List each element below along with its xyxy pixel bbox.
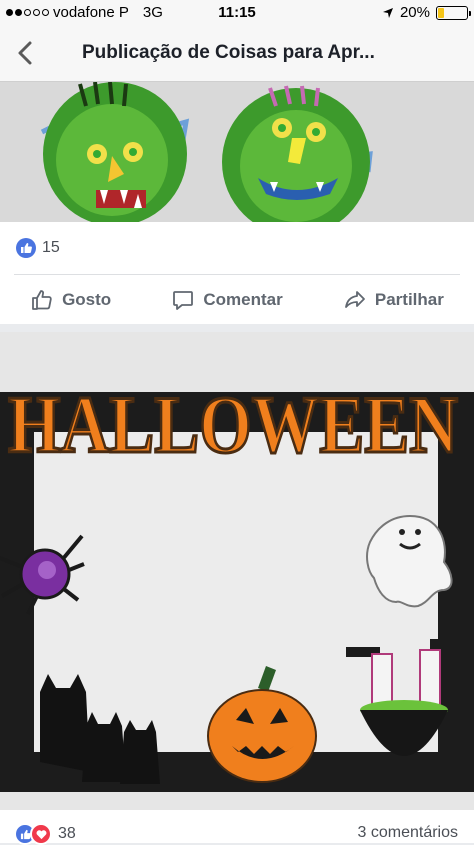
- back-button[interactable]: [12, 38, 40, 68]
- share-button-label: Partilhar: [374, 290, 444, 309]
- post-actions: Gosto Comentar Partilhar: [0, 284, 474, 316]
- page-title: Publicação de Coisas para Apr...: [82, 42, 375, 63]
- post-image-monster-masks[interactable]: [0, 82, 474, 222]
- heart-reaction-icon: [30, 823, 52, 845]
- location-arrow-icon: [382, 7, 393, 18]
- chevron-left-icon: [18, 41, 32, 65]
- thumbs-up-outline-icon: [32, 290, 52, 310]
- reaction-summary[interactable]: 38: [14, 823, 76, 845]
- comment-bubble-icon: [173, 291, 194, 310]
- post-image-halloween-frame[interactable]: HALLOWEEN: [0, 332, 474, 810]
- battery-icon: [436, 5, 471, 20]
- like-summary[interactable]: 15: [16, 238, 60, 258]
- comment-count-link[interactable]: 3 comentários: [358, 824, 459, 842]
- comment-button[interactable]: Comentar: [171, 288, 283, 312]
- comment-button-label: Comentar: [203, 290, 283, 309]
- thumbs-up-icon: [16, 238, 36, 258]
- like-button[interactable]: Gosto: [30, 288, 111, 312]
- monster-masks-illustration: [0, 82, 474, 222]
- share-arrow-icon: [344, 291, 365, 308]
- battery-percent: 20%: [399, 4, 430, 21]
- like-count: 15: [42, 239, 60, 256]
- post-footer-2: 38 3 comentários: [0, 810, 474, 845]
- navigation-bar: Publicação de Coisas para Apr...: [0, 26, 474, 82]
- status-bar: vodafone P 3G 11:15 20%: [0, 0, 474, 26]
- like-button-label: Gosto: [62, 290, 112, 309]
- share-button[interactable]: Partilhar: [343, 288, 444, 312]
- halloween-title: HALLOWEEN: [8, 379, 458, 470]
- halloween-photo-frame-illustration: HALLOWEEN: [0, 332, 474, 810]
- reaction-count: 38: [58, 825, 76, 842]
- post-footer: 15 Gosto Comentar Partilhar: [0, 222, 474, 324]
- divider: [14, 274, 460, 275]
